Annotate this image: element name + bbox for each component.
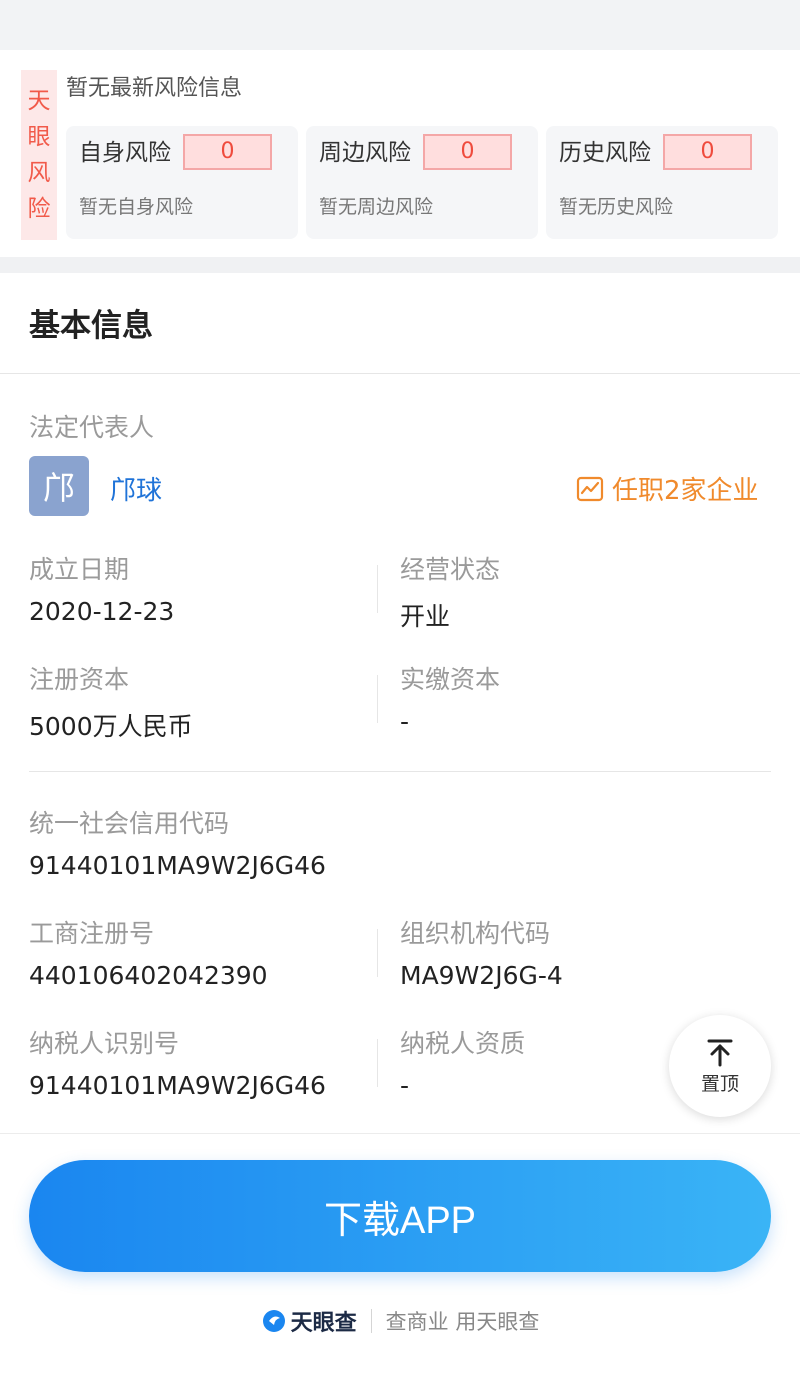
paid-capital-value: - — [400, 707, 410, 736]
risk-card-history[interactable]: 历史风险 0 暂无历史风险 — [546, 126, 778, 239]
bottom-bar: 下载APP 天眼查 查商业 用天眼查 — [0, 1133, 800, 1381]
status-label: 经营状态 — [400, 555, 501, 584]
brand-name: 天眼查 — [290, 1311, 357, 1336]
taxpayer-id-value: 91440101MA9W2J6G46 — [29, 1071, 326, 1100]
download-app-button[interactable]: 下载APP — [29, 1160, 771, 1272]
tianyancha-logo-icon — [262, 1310, 285, 1332]
credit-code-value: 91440101MA9W2J6G46 — [29, 851, 326, 880]
taxpayer-id-label: 纳税人识别号 — [29, 1029, 180, 1058]
biz-reg-no-value: 440106402042390 — [29, 961, 268, 990]
risk-tag-char: 天 — [27, 88, 51, 114]
vertical-divider — [377, 929, 378, 977]
positions-link[interactable]: 任职2家企业 — [576, 470, 759, 507]
section-title-basic-info: 基本信息 — [29, 308, 153, 344]
back-to-top-label: 置顶 — [700, 1072, 739, 1095]
taxpayer-qual-value: - — [400, 1071, 410, 1100]
divider — [29, 771, 771, 772]
biz-reg-no-label: 工商注册号 — [29, 919, 155, 948]
risk-section: 天 眼 风 险 暂无最新风险信息 自身风险 0 暂无自身风险 周边风险 0 暂无… — [0, 50, 800, 257]
top-spacer — [0, 0, 800, 50]
org-code-value: MA9W2J6G-4 — [400, 961, 563, 990]
org-code-label: 组织机构代码 — [400, 919, 551, 948]
risk-card-name: 周边风险 — [319, 140, 411, 166]
vertical-divider — [377, 1039, 378, 1087]
vertical-divider — [377, 565, 378, 613]
risk-count-badge: 0 — [423, 134, 512, 170]
risk-count-badge: 0 — [183, 134, 272, 170]
reg-capital-label: 注册资本 — [29, 665, 130, 694]
footer: 天眼查 查商业 用天眼查 — [0, 1304, 800, 1338]
arrow-up-icon — [707, 1039, 733, 1066]
est-date-label: 成立日期 — [29, 555, 130, 584]
divider — [0, 373, 800, 374]
risk-card-sub: 暂无周边风险 — [319, 196, 434, 218]
legal-rep-label: 法定代表人 — [29, 413, 155, 442]
risk-card-self[interactable]: 自身风险 0 暂无自身风险 — [66, 126, 298, 239]
chart-icon — [576, 476, 604, 501]
risk-tag-char: 风 — [27, 160, 51, 186]
positions-text: 任职2家企业 — [612, 476, 759, 506]
risk-card-sub: 暂无自身风险 — [79, 196, 194, 218]
section-separator — [0, 257, 800, 273]
vertical-divider — [377, 675, 378, 723]
risk-tag-char: 眼 — [27, 124, 51, 150]
legal-rep-name-link[interactable]: 邝球 — [110, 470, 162, 507]
footer-slogan: 查商业 用天眼查 — [385, 1310, 540, 1334]
risk-card-name: 自身风险 — [79, 140, 171, 166]
risk-card-name: 历史风险 — [559, 140, 651, 166]
risk-tag-char: 险 — [27, 196, 51, 222]
risk-count-badge: 0 — [663, 134, 752, 170]
risk-title: 暂无最新风险信息 — [66, 76, 243, 101]
status-value: 开业 — [400, 602, 451, 631]
risk-card-surrounding[interactable]: 周边风险 0 暂无周边风险 — [306, 126, 538, 239]
avatar[interactable]: 邝 — [29, 456, 89, 516]
footer-separator — [370, 1309, 372, 1333]
est-date-value: 2020-12-23 — [29, 597, 175, 626]
reg-capital-value: 5000万人民币 — [29, 712, 193, 741]
risk-tag: 天 眼 风 险 — [21, 70, 57, 240]
back-to-top-button[interactable]: 置顶 — [669, 1015, 771, 1117]
taxpayer-qual-label: 纳税人资质 — [400, 1029, 526, 1058]
brand-logo: 天眼查 — [261, 1305, 357, 1337]
risk-card-sub: 暂无历史风险 — [559, 196, 674, 218]
credit-code-label: 统一社会信用代码 — [29, 809, 230, 838]
paid-capital-label: 实缴资本 — [400, 665, 501, 694]
